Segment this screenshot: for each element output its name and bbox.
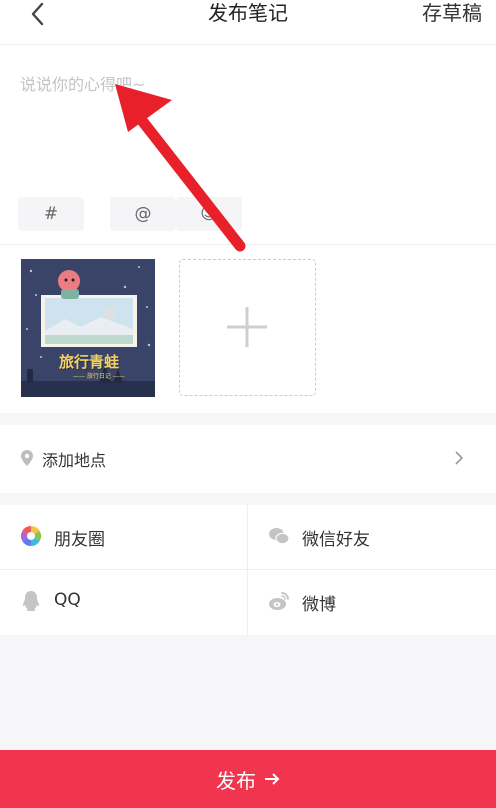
share-grid: 朋友圈 微信好友 QQ 微博	[0, 505, 496, 635]
share-moments-label: 朋友圈	[54, 530, 105, 550]
share-grid-horizontal-divider	[0, 569, 496, 570]
location-pin-icon	[21, 450, 33, 466]
note-text-input[interactable]	[20, 71, 476, 211]
share-wechat[interactable]: 微信好友	[248, 505, 495, 569]
moments-icon	[20, 525, 42, 547]
thumbnail-title: 旅行青蛙	[59, 353, 120, 371]
save-draft-button[interactable]: 存草稿	[422, 0, 482, 26]
share-qq-label: QQ	[54, 590, 81, 610]
wechat-icon	[269, 528, 290, 545]
add-location-row[interactable]: 添加地点	[0, 425, 496, 493]
mention-button[interactable]: @	[110, 197, 176, 231]
share-qq[interactable]: QQ	[0, 570, 247, 634]
share-wechat-label: 微信好友	[302, 530, 370, 550]
emoji-button[interactable]: ☺	[176, 197, 242, 231]
thumbnail-subtitle: —— 旅行日记 ——	[73, 373, 125, 380]
hashtag-icon: #	[43, 204, 59, 224]
plus-icon	[227, 307, 267, 347]
image-thumbnail[interactable]: 旅行青蛙 —— 旅行日记 ——	[21, 259, 155, 397]
share-moments[interactable]: 朋友圈	[0, 505, 247, 569]
add-image-button[interactable]	[179, 259, 316, 396]
arrow-right-icon	[265, 773, 280, 785]
share-weibo[interactable]: 微博	[248, 570, 495, 634]
qq-icon	[22, 591, 40, 611]
header: 发布笔记 存草稿	[0, 0, 496, 45]
image-section: 旅行青蛙 —— 旅行日记 ——	[0, 245, 496, 413]
publish-label: 发布	[216, 768, 256, 793]
share-weibo-label: 微博	[302, 595, 336, 615]
add-location-label: 添加地点	[42, 451, 107, 470]
chevron-right-icon	[455, 451, 464, 465]
publish-button[interactable]: 发布	[0, 750, 496, 808]
hashtag-button[interactable]: #	[18, 197, 84, 231]
weibo-icon	[269, 592, 289, 610]
emoji-icon: ☺	[200, 204, 218, 224]
mention-icon: @	[134, 204, 152, 224]
share-grid-vertical-divider	[247, 505, 248, 635]
note-editor: # @ ☺	[0, 45, 496, 244]
